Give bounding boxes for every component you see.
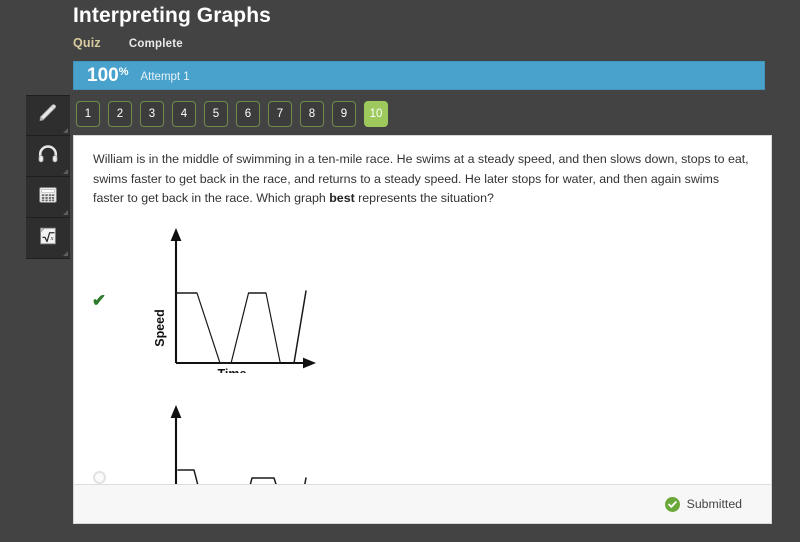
headphones-icon <box>36 142 60 171</box>
radio-icon[interactable] <box>92 470 106 484</box>
question-number-1[interactable]: 1 <box>76 101 100 127</box>
highlighter-tool[interactable] <box>26 95 70 136</box>
square-root-icon: x <box>36 224 60 253</box>
question-number-9[interactable]: 9 <box>332 101 356 127</box>
question-number-8[interactable]: 8 <box>300 101 324 127</box>
card-footer: Submitted <box>74 484 771 523</box>
question-scroll-area[interactable]: William is in the middle of swimming in … <box>74 136 771 486</box>
question-text-part2: represents the situation? <box>354 191 494 205</box>
question-emphasis: best <box>329 191 355 205</box>
audio-tool[interactable] <box>26 136 70 177</box>
graph-a-xlabel: Time <box>218 367 247 373</box>
formula-sheet-tool[interactable]: x <box>26 218 70 259</box>
check-circle-icon <box>664 496 680 512</box>
svg-text:x: x <box>50 234 54 241</box>
check-icon: ✔ <box>91 290 107 310</box>
calculator-tool[interactable] <box>26 177 70 218</box>
header-tabs: Quiz Complete <box>73 36 183 50</box>
tool-rail: x <box>26 95 70 259</box>
score-percent-value: 100 <box>87 65 119 86</box>
calculator-icon <box>36 183 60 212</box>
graph-choice-b: Speed Time <box>112 396 318 486</box>
choice-b-marker <box>86 470 112 484</box>
attempt-label: Attempt 1 <box>140 70 190 83</box>
graph-choice-a: Speed Time <box>112 219 318 382</box>
question-number-nav: 1 2 3 4 5 6 7 8 9 10 <box>76 101 388 127</box>
answer-choice-b[interactable]: Speed Time <box>74 396 771 486</box>
question-number-7[interactable]: 7 <box>268 101 292 127</box>
question-number-4[interactable]: 4 <box>172 101 196 127</box>
answer-choice-a[interactable]: ✔ Speed <box>74 219 771 382</box>
tab-quiz[interactable]: Quiz <box>73 36 101 50</box>
submitted-status: Submitted <box>664 496 742 512</box>
submitted-label: Submitted <box>686 497 742 511</box>
question-card: William is in the middle of swimming in … <box>73 135 772 524</box>
attempt-score-bar[interactable]: 100% Attempt 1 <box>73 61 765 90</box>
percent-symbol: % <box>118 66 129 78</box>
page-title: Interpreting Graphs <box>73 4 271 27</box>
graph-a-ylabel: Speed <box>153 309 167 347</box>
question-number-3[interactable]: 3 <box>140 101 164 127</box>
question-number-10[interactable]: 10 <box>364 101 388 127</box>
question-number-6[interactable]: 6 <box>236 101 260 127</box>
quiz-page: Interpreting Graphs Quiz Complete 100% A… <box>0 0 800 542</box>
question-text: William is in the middle of swimming in … <box>74 136 771 209</box>
tab-status-complete: Complete <box>128 38 183 50</box>
pencil-icon <box>36 101 60 130</box>
question-number-2[interactable]: 2 <box>108 101 132 127</box>
choice-a-marker: ✔ <box>86 292 112 309</box>
score-percent: 100% <box>87 66 128 85</box>
answer-choices: ✔ Speed <box>74 209 771 486</box>
question-number-5[interactable]: 5 <box>204 101 228 127</box>
